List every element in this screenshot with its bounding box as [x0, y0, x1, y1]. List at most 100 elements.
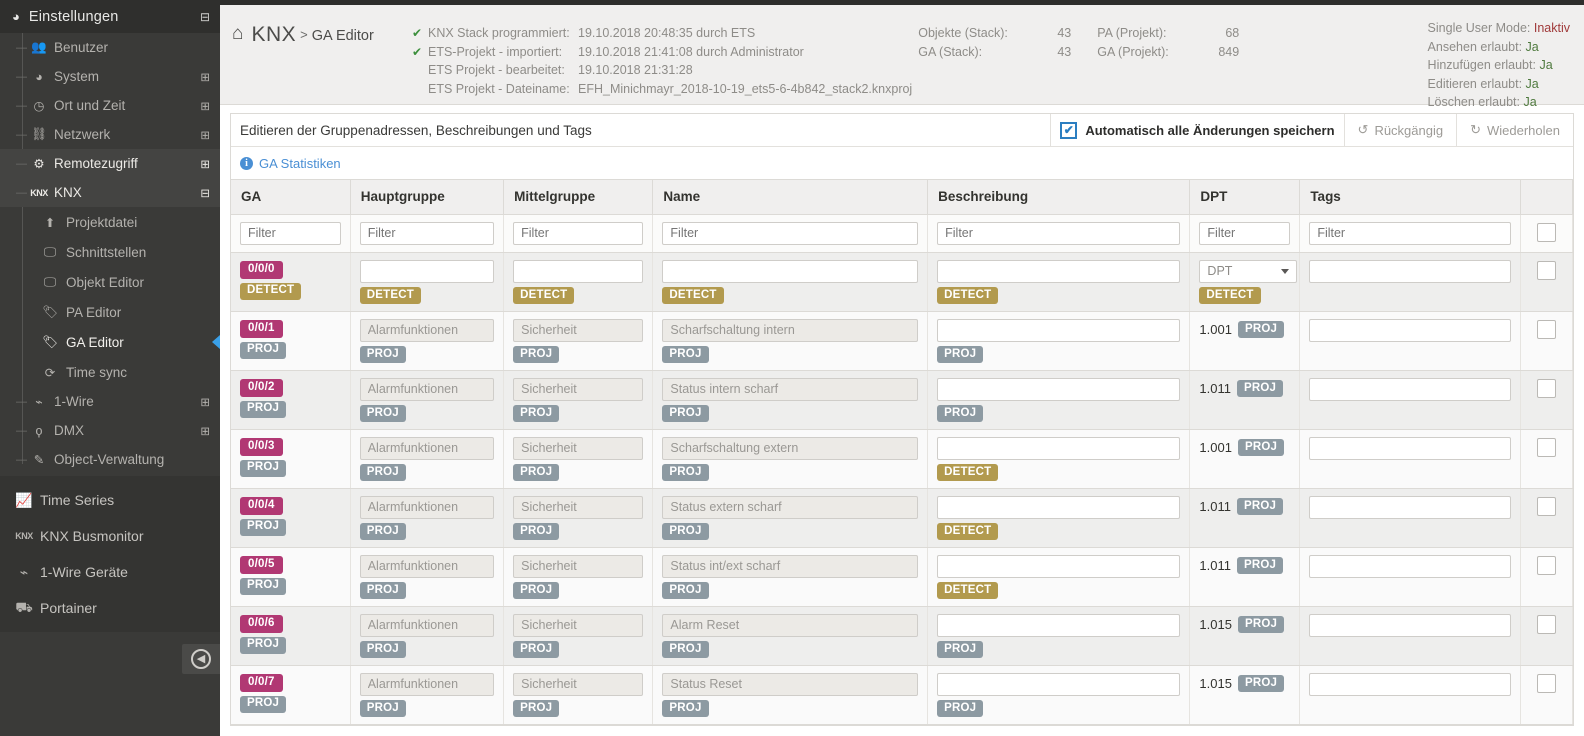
filter-input-mittelgruppe[interactable]	[513, 221, 644, 245]
mittelgruppe-input[interactable]	[513, 495, 644, 519]
sidebar-item-system[interactable]: — ◕ System ⊞	[0, 62, 220, 91]
sidebar-item-knx-busmonitor[interactable]: KNX KNX Busmonitor	[0, 518, 220, 554]
sidebar-item-projektdatei[interactable]: ⬆ Projektdatei	[0, 207, 220, 237]
row-checkbox[interactable]	[1537, 260, 1557, 280]
tags-input[interactable]	[1309, 613, 1512, 637]
plus-box-icon[interactable]: ⊞	[200, 157, 210, 171]
ga-address-badge[interactable]: 0/0/7	[240, 673, 283, 692]
sidebar-item-dmx[interactable]: — ϙ DMX ⊞	[0, 416, 220, 445]
row-checkbox[interactable]	[1537, 319, 1557, 339]
select-all-checkbox[interactable]	[1537, 222, 1557, 242]
name-input[interactable]	[662, 318, 919, 342]
filter-input-beschreibung[interactable]	[937, 221, 1181, 245]
hauptgruppe-input[interactable]	[359, 672, 495, 696]
beschreibung-input[interactable]	[937, 436, 1181, 460]
plus-box-icon[interactable]: ⊞	[200, 128, 210, 142]
sidebar-item-portainer[interactable]: ⛟ Portainer	[0, 590, 220, 626]
minus-box-icon[interactable]: ⊟	[200, 10, 210, 24]
mittelgruppe-input[interactable]	[513, 377, 644, 401]
tags-input[interactable]	[1309, 672, 1512, 696]
autosave-toggle[interactable]: ✔ Automatisch alle Änderungen speichern	[1050, 114, 1343, 146]
breadcrumb-root[interactable]: KNX	[251, 23, 296, 46]
tags-input[interactable]	[1309, 318, 1512, 342]
dpt-select[interactable]: DPT	[1199, 259, 1298, 283]
plus-box-icon[interactable]: ⊞	[200, 99, 210, 113]
row-checkbox[interactable]	[1537, 378, 1557, 398]
sidebar-header[interactable]: ◕ Einstellungen ⊟	[0, 0, 220, 33]
sidebar-item-remotezugriff[interactable]: — ⚙ Remotezugriff ⊞	[0, 149, 220, 178]
sidebar-collapse-button[interactable]: ◀	[182, 644, 220, 674]
beschreibung-input[interactable]	[937, 377, 1181, 401]
sidebar-item-1-wire-geraete[interactable]: ⌁ 1-Wire Geräte	[0, 554, 220, 590]
hauptgruppe-input[interactable]	[359, 377, 495, 401]
hauptgruppe-input[interactable]	[359, 554, 495, 578]
column-header-name[interactable]: Name	[652, 180, 929, 215]
hauptgruppe-input[interactable]	[359, 436, 495, 460]
mittelgruppe-input[interactable]	[513, 318, 644, 342]
mittelgruppe-input[interactable]	[513, 436, 644, 460]
beschreibung-input[interactable]	[937, 495, 1181, 519]
tags-input[interactable]	[1309, 495, 1512, 519]
beschreibung-input[interactable]	[937, 672, 1181, 696]
hauptgruppe-input[interactable]	[359, 259, 495, 283]
name-input[interactable]	[662, 259, 919, 283]
plus-box-icon[interactable]: ⊞	[200, 395, 210, 409]
tags-input[interactable]	[1309, 436, 1512, 460]
sidebar-item-knx[interactable]: — KNX KNX ⊟	[0, 178, 220, 207]
minus-box-icon[interactable]: ⊟	[200, 186, 210, 200]
ga-statistics-link[interactable]: GA Statistiken	[259, 156, 341, 171]
sidebar-item-pa-editor[interactable]: 🏷 PA Editor	[0, 297, 220, 327]
plus-box-icon[interactable]: ⊞	[200, 70, 210, 84]
filter-input-tags[interactable]	[1309, 221, 1512, 245]
ga-address-badge[interactable]: 0/0/3	[240, 437, 283, 456]
beschreibung-input[interactable]	[937, 554, 1181, 578]
row-checkbox[interactable]	[1537, 673, 1557, 693]
filter-input-name[interactable]	[662, 221, 919, 245]
tags-input[interactable]	[1309, 377, 1512, 401]
name-input[interactable]	[662, 613, 919, 637]
mittelgruppe-input[interactable]	[513, 259, 644, 283]
filter-input-hauptgruppe[interactable]	[359, 221, 495, 245]
ga-address-badge[interactable]: 0/0/4	[240, 496, 283, 515]
mittelgruppe-input[interactable]	[513, 672, 644, 696]
mittelgruppe-input[interactable]	[513, 613, 644, 637]
sidebar-item-ga-editor[interactable]: 🏷 GA Editor	[0, 327, 220, 357]
ga-address-badge[interactable]: 0/0/2	[240, 378, 283, 397]
column-header-ga[interactable]: GA	[231, 180, 351, 215]
beschreibung-input[interactable]	[937, 318, 1181, 342]
mittelgruppe-input[interactable]	[513, 554, 644, 578]
column-header-hauptgruppe[interactable]: Hauptgruppe	[350, 180, 505, 215]
sidebar-item-time-series[interactable]: 📈 Time Series	[0, 482, 220, 518]
tags-input[interactable]	[1309, 259, 1512, 283]
column-header-mittelgruppe[interactable]: Mittelgruppe	[503, 180, 654, 215]
column-header-beschreibung[interactable]: Beschreibung	[927, 180, 1191, 215]
hauptgruppe-input[interactable]	[359, 613, 495, 637]
sidebar-item-1-wire[interactable]: — ⌁ 1-Wire ⊞	[0, 387, 220, 416]
name-input[interactable]	[662, 554, 919, 578]
ga-address-badge[interactable]: 0/0/6	[240, 614, 283, 633]
ga-address-badge[interactable]: 0/0/1	[240, 319, 283, 338]
row-checkbox[interactable]	[1537, 496, 1557, 516]
sidebar-item-objekt-editor[interactable]: 🖵 Objekt Editor	[0, 267, 220, 297]
hauptgruppe-input[interactable]	[359, 495, 495, 519]
ga-address-badge[interactable]: 0/0/0	[240, 260, 283, 279]
sidebar-item-netzwerk[interactable]: — ⛓ Netzwerk ⊞	[0, 120, 220, 149]
name-input[interactable]	[662, 377, 919, 401]
hauptgruppe-input[interactable]	[359, 318, 495, 342]
name-input[interactable]	[662, 672, 919, 696]
sidebar-item-benutzer[interactable]: — 👥 Benutzer	[0, 33, 220, 62]
sidebar-item-object-verwaltung[interactable]: — ✎ Object-Verwaltung	[0, 445, 220, 474]
undo-button[interactable]: ↺ Rückgängig	[1343, 114, 1457, 146]
column-header-dpt[interactable]: DPT	[1189, 180, 1301, 215]
autosave-checkbox[interactable]: ✔	[1060, 121, 1078, 139]
name-input[interactable]	[662, 436, 919, 460]
row-checkbox[interactable]	[1537, 437, 1557, 457]
row-checkbox[interactable]	[1537, 614, 1557, 634]
ga-address-badge[interactable]: 0/0/5	[240, 555, 283, 574]
filter-input-dpt[interactable]	[1199, 221, 1291, 245]
sidebar-item-time-sync[interactable]: ⟳ Time sync	[0, 357, 220, 387]
row-checkbox[interactable]	[1537, 555, 1557, 575]
redo-button[interactable]: ↻ Wiederholen	[1456, 114, 1573, 146]
beschreibung-input[interactable]	[937, 259, 1181, 283]
sidebar-item-schnittstellen[interactable]: 🖵 Schnittstellen	[0, 237, 220, 267]
